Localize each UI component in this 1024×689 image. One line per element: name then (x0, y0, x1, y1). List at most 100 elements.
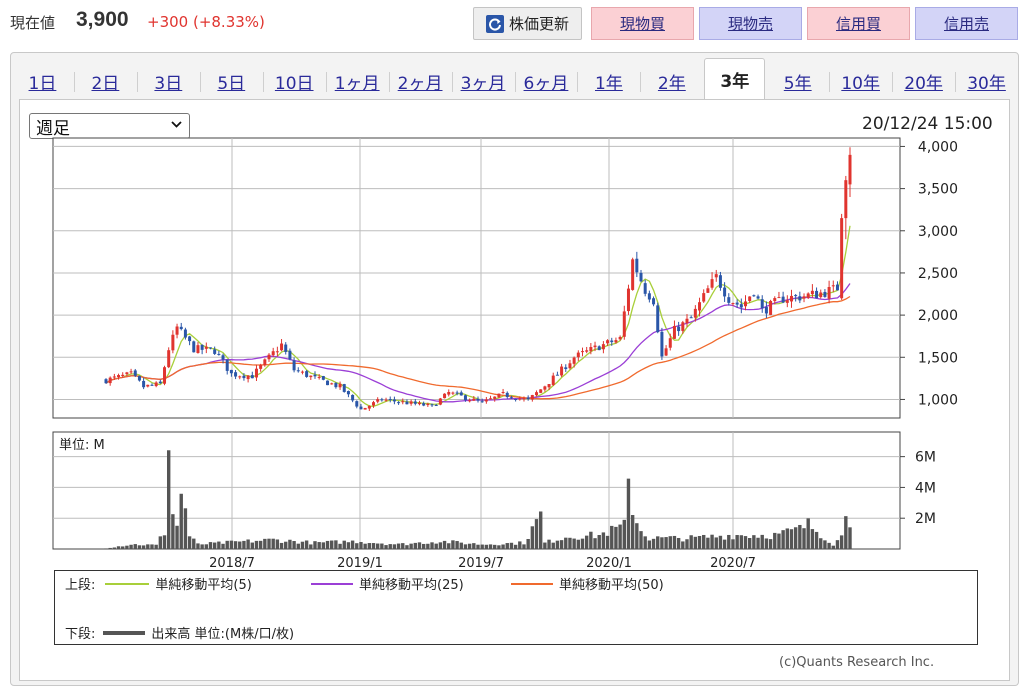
candle-body (133, 370, 137, 376)
volume-bar (752, 535, 756, 549)
x-tick-label: 2020/1 (586, 556, 632, 571)
candle-body (225, 359, 229, 371)
volume-bar (513, 544, 518, 549)
volume-bar (309, 544, 313, 549)
volume-bar (844, 516, 848, 549)
legend-ma25-label: 単純移動平均(25) (359, 578, 464, 593)
volume-bar (626, 478, 631, 549)
candle-body (267, 354, 271, 360)
candle-body (125, 372, 129, 375)
volume-bar (501, 544, 505, 549)
volume-bar (518, 541, 522, 549)
volume-bar (141, 545, 146, 549)
volume-bar (789, 529, 794, 549)
candle-body (234, 372, 238, 377)
candle-body (171, 334, 175, 351)
candle-body (238, 376, 242, 378)
volume-bar (643, 536, 647, 549)
candle-body (430, 404, 434, 406)
copyright: (c)Quants Research Inc. (779, 655, 935, 670)
candle-body (848, 154, 852, 185)
volume-bar (104, 548, 108, 549)
volume-bar (835, 540, 840, 549)
candle-body (463, 395, 467, 401)
candle-body (777, 297, 781, 299)
price-ytick-label: 3,500 (918, 182, 958, 198)
volume-bar (739, 535, 744, 549)
candle-body (326, 380, 330, 386)
candle-body (388, 399, 392, 401)
volume-bar (217, 541, 221, 549)
volume-bar (380, 543, 384, 549)
volume-bar (773, 532, 777, 549)
candle-body (835, 284, 839, 291)
candle-body (405, 401, 409, 405)
candle-body (756, 296, 760, 299)
candle-body (501, 392, 505, 394)
volume-bar (330, 540, 334, 549)
candle-body (338, 383, 342, 388)
candle-body (305, 371, 309, 377)
volume-bar (405, 545, 409, 549)
candle-body (622, 311, 626, 337)
volume-bar (263, 538, 267, 549)
candle-body (380, 399, 384, 401)
x-tick-label: 2019/1 (337, 556, 383, 571)
volume-bar (108, 547, 112, 549)
candle-body (601, 344, 605, 350)
volume-bar (685, 539, 689, 549)
volume-bar (651, 538, 656, 549)
candle-body (702, 293, 706, 302)
volume-bar (187, 536, 192, 549)
legend-ma25-swatch (311, 582, 353, 585)
candle-body (714, 274, 718, 278)
candle-body (489, 398, 493, 400)
candle-body (179, 326, 183, 330)
volume-bar (447, 543, 451, 549)
candle-body (539, 389, 543, 393)
candle-body (280, 343, 284, 351)
volume-bar (693, 536, 698, 549)
candle-body (823, 291, 827, 297)
volume-bar (710, 534, 714, 549)
candle-body (480, 401, 484, 403)
volume-bar (476, 544, 480, 549)
volume-unit-label: 単位: M (59, 437, 105, 453)
volume-bar (204, 544, 209, 549)
candle-body (117, 375, 121, 378)
volume-bar (814, 531, 819, 549)
candle-body (593, 345, 597, 348)
candle-body (585, 350, 589, 352)
volume-bar (823, 540, 827, 549)
volume-bar (146, 544, 150, 549)
candle-body (376, 399, 380, 402)
volume-bar (785, 528, 790, 549)
volume-bar (731, 539, 735, 549)
candle-body (342, 384, 346, 392)
candle-body (363, 407, 367, 410)
volume-bar (810, 529, 815, 549)
volume-bar (388, 544, 392, 549)
volume-bar (689, 535, 693, 549)
candle-body (121, 374, 125, 377)
volume-bar (718, 535, 723, 549)
candle-body (493, 396, 497, 399)
volume-ytick-label: 4M (915, 480, 936, 496)
candle-body (576, 352, 580, 358)
volume-bar (635, 523, 639, 549)
candle-body (555, 374, 559, 376)
candle-body (484, 399, 488, 402)
volume-bar (350, 540, 355, 549)
candle-body (397, 402, 401, 404)
volume-bar (848, 527, 852, 549)
candle-body (706, 288, 710, 293)
volume-bar (639, 531, 643, 549)
volume-bar (208, 542, 213, 549)
candle-body (163, 367, 167, 384)
candle-body (451, 392, 455, 394)
volume-bar (463, 544, 468, 549)
volume-bar (727, 534, 731, 549)
candle-body (840, 218, 844, 299)
candle-body (606, 340, 610, 344)
volume-bar (735, 535, 739, 549)
